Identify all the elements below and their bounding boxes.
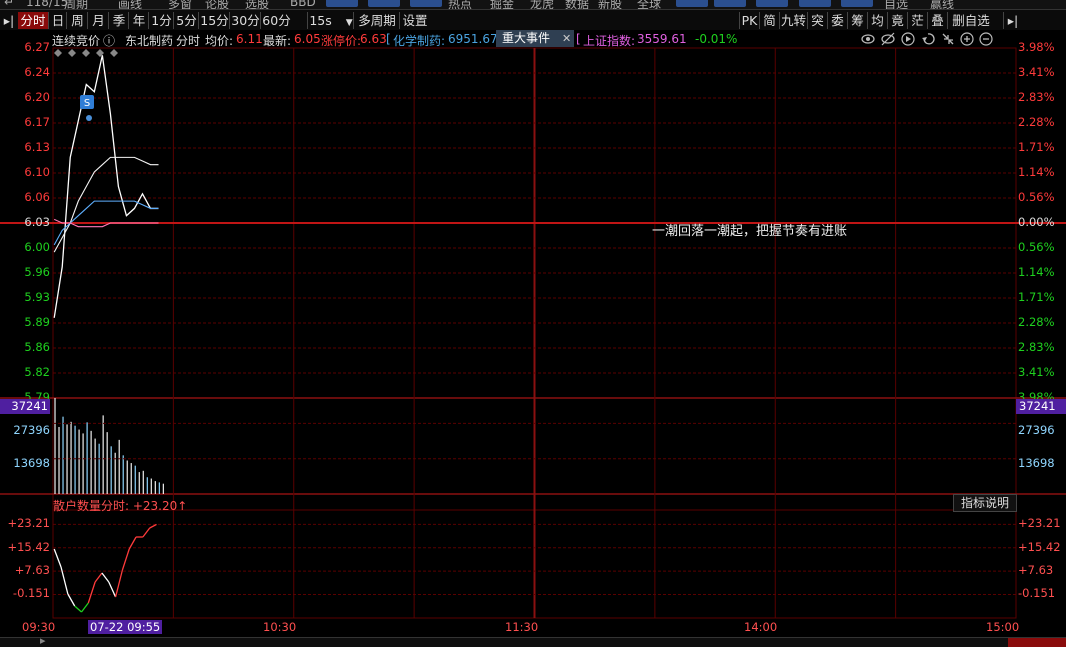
tool-button[interactable]: 筹 <box>847 12 867 29</box>
tool-button[interactable]: 叠 <box>927 12 947 29</box>
period-tab[interactable]: 月 <box>87 12 109 29</box>
eye-icon[interactable] <box>861 34 875 44</box>
top-menu-button[interactable] <box>714 0 746 7</box>
price-series-line <box>53 55 159 318</box>
chart-annotation: 一潮回落一潮起，把握节奏有进账 <box>652 224 848 239</box>
tool-button[interactable]: 删自选 <box>947 12 994 29</box>
period-tab[interactable]: 季 <box>108 12 129 29</box>
major-event-label: 重大事件 <box>502 31 551 45</box>
indicator-line-segment <box>114 569 124 598</box>
period-tab[interactable]: 1分 <box>148 12 174 29</box>
top-menu-button[interactable] <box>799 0 831 7</box>
tool-button[interactable]: 茫 <box>907 12 927 29</box>
top-menu-item[interactable]: 论股 <box>205 0 229 9</box>
top-menu-item[interactable]: 赢线 <box>930 0 954 9</box>
interval-value: 15s <box>309 13 332 28</box>
limit-price-value: 6.63 <box>360 32 387 46</box>
period-tab[interactable]: 15分 <box>198 12 230 29</box>
tool-button[interactable]: PK <box>739 12 759 29</box>
sector-bracket: [ <box>386 32 391 46</box>
event-diamond-icon <box>68 49 76 57</box>
top-menu-item[interactable]: 数据 <box>565 0 589 9</box>
settings-button[interactable]: 设置 <box>399 12 430 29</box>
undo-icon[interactable] <box>922 33 935 45</box>
top-menu-item[interactable]: 自选 <box>884 0 908 9</box>
index-bracket: [ <box>576 32 581 46</box>
intraday-chart[interactable]: S <box>0 46 1066 637</box>
period-tab[interactable]: 年 <box>128 12 149 29</box>
period-toolbar: ▸| 15s ▼ 多周期 设置 ▸| 分时日周月季年 1分 5分 15分 30分 60分 P… <box>0 10 1066 31</box>
indicator-line-segment <box>149 523 157 529</box>
buy-signal-label: S <box>84 98 90 109</box>
period-tab[interactable]: 60分 <box>260 12 292 29</box>
avg-price-value: 6.11 <box>236 32 263 46</box>
indicator-line-segment <box>101 572 110 583</box>
eye-slash-icon[interactable] <box>881 32 895 46</box>
top-menu-item[interactable]: 多窗 <box>168 0 192 9</box>
indicator-help-button[interactable]: 指标说明 <box>953 494 1017 512</box>
period-tab[interactable]: 周 <box>66 12 88 29</box>
top-menu-button[interactable] <box>756 0 788 7</box>
tool-button[interactable]: 竟 <box>887 12 907 29</box>
indicator-line-segment <box>142 527 151 538</box>
event-diamond-icon <box>110 49 118 57</box>
top-menu-button[interactable] <box>676 0 708 7</box>
close-icon[interactable]: ✕ <box>562 32 571 45</box>
top-menu-button[interactable] <box>410 0 442 7</box>
indicator-line-segment <box>94 572 103 583</box>
index-change: -0.01% <box>695 32 738 46</box>
zoom-in-icon[interactable] <box>960 32 974 46</box>
period-tab[interactable]: 分时 <box>18 12 48 29</box>
top-menu-strip: ↵ 118/15 周期 画线 多窗 论股 选股 BBD 热点 掘金 龙虎 数据 新股 全球 自选 赢线 <box>0 0 1066 10</box>
top-menu-item[interactable]: 龙虎 <box>530 0 554 9</box>
multi-period-button[interactable]: 多周期 <box>353 12 400 29</box>
index-value: 3559.61 <box>637 32 687 46</box>
top-menu-button[interactable] <box>841 0 873 7</box>
buy-signal-point <box>86 115 92 121</box>
zoom-out-icon[interactable] <box>979 32 993 46</box>
period-tab[interactable]: 日 <box>48 12 67 29</box>
top-menu-item[interactable]: 画线 <box>118 0 142 9</box>
top-menu-button[interactable] <box>368 0 400 7</box>
indicator-line-segment <box>121 548 130 571</box>
tool-button[interactable]: 均 <box>867 12 887 29</box>
expand-panel-icon[interactable]: ▸| <box>1003 12 1022 29</box>
tool-button[interactable]: 突 <box>807 12 827 29</box>
top-menu-item[interactable]: 新股 <box>598 0 622 9</box>
chart-controls <box>861 32 993 46</box>
top-menu-item[interactable]: 选股 <box>245 0 269 9</box>
top-menu-item[interactable]: 全球 <box>637 0 661 9</box>
top-menu-item[interactable]: 周期 <box>64 0 88 9</box>
interval-select[interactable]: 15s ▼ <box>307 12 354 29</box>
top-menu-item[interactable]: 118/15 <box>26 0 68 9</box>
tool-button[interactable]: 九转 <box>779 12 807 29</box>
top-menu-item[interactable]: 热点 <box>448 0 472 9</box>
indicator-line-segment <box>74 605 82 613</box>
period-tab[interactable]: 30分 <box>229 12 261 29</box>
period-tab[interactable]: 5分 <box>173 12 199 29</box>
top-menu-item[interactable]: ↵ <box>4 0 14 9</box>
indicator-line-segment <box>80 602 89 613</box>
collapse-icon[interactable] <box>942 33 954 45</box>
event-diamond-icon <box>54 49 62 57</box>
top-menu-item[interactable]: 掘金 <box>490 0 514 9</box>
indicator-line-segment <box>67 593 76 607</box>
top-menu-item[interactable]: BBD <box>290 0 316 9</box>
play-icon[interactable] <box>901 32 915 46</box>
indicator-line-segment <box>128 536 137 550</box>
sector-value: 6951.67 <box>448 32 498 46</box>
indicator-title: 散户数量分时: +23.20↑ <box>53 499 188 513</box>
last-price-value: 6.05 <box>294 32 321 46</box>
top-menu-button[interactable] <box>326 0 358 7</box>
tool-button[interactable]: 委 <box>827 12 847 29</box>
event-diamond-icon <box>82 49 90 57</box>
collapse-panel-icon[interactable]: ▸| <box>0 12 18 29</box>
indicator-line-segment <box>87 581 96 604</box>
chevron-down-icon: ▼ <box>345 18 353 28</box>
indicator-line-segment <box>53 548 62 568</box>
tool-button[interactable]: 简 <box>759 12 779 29</box>
